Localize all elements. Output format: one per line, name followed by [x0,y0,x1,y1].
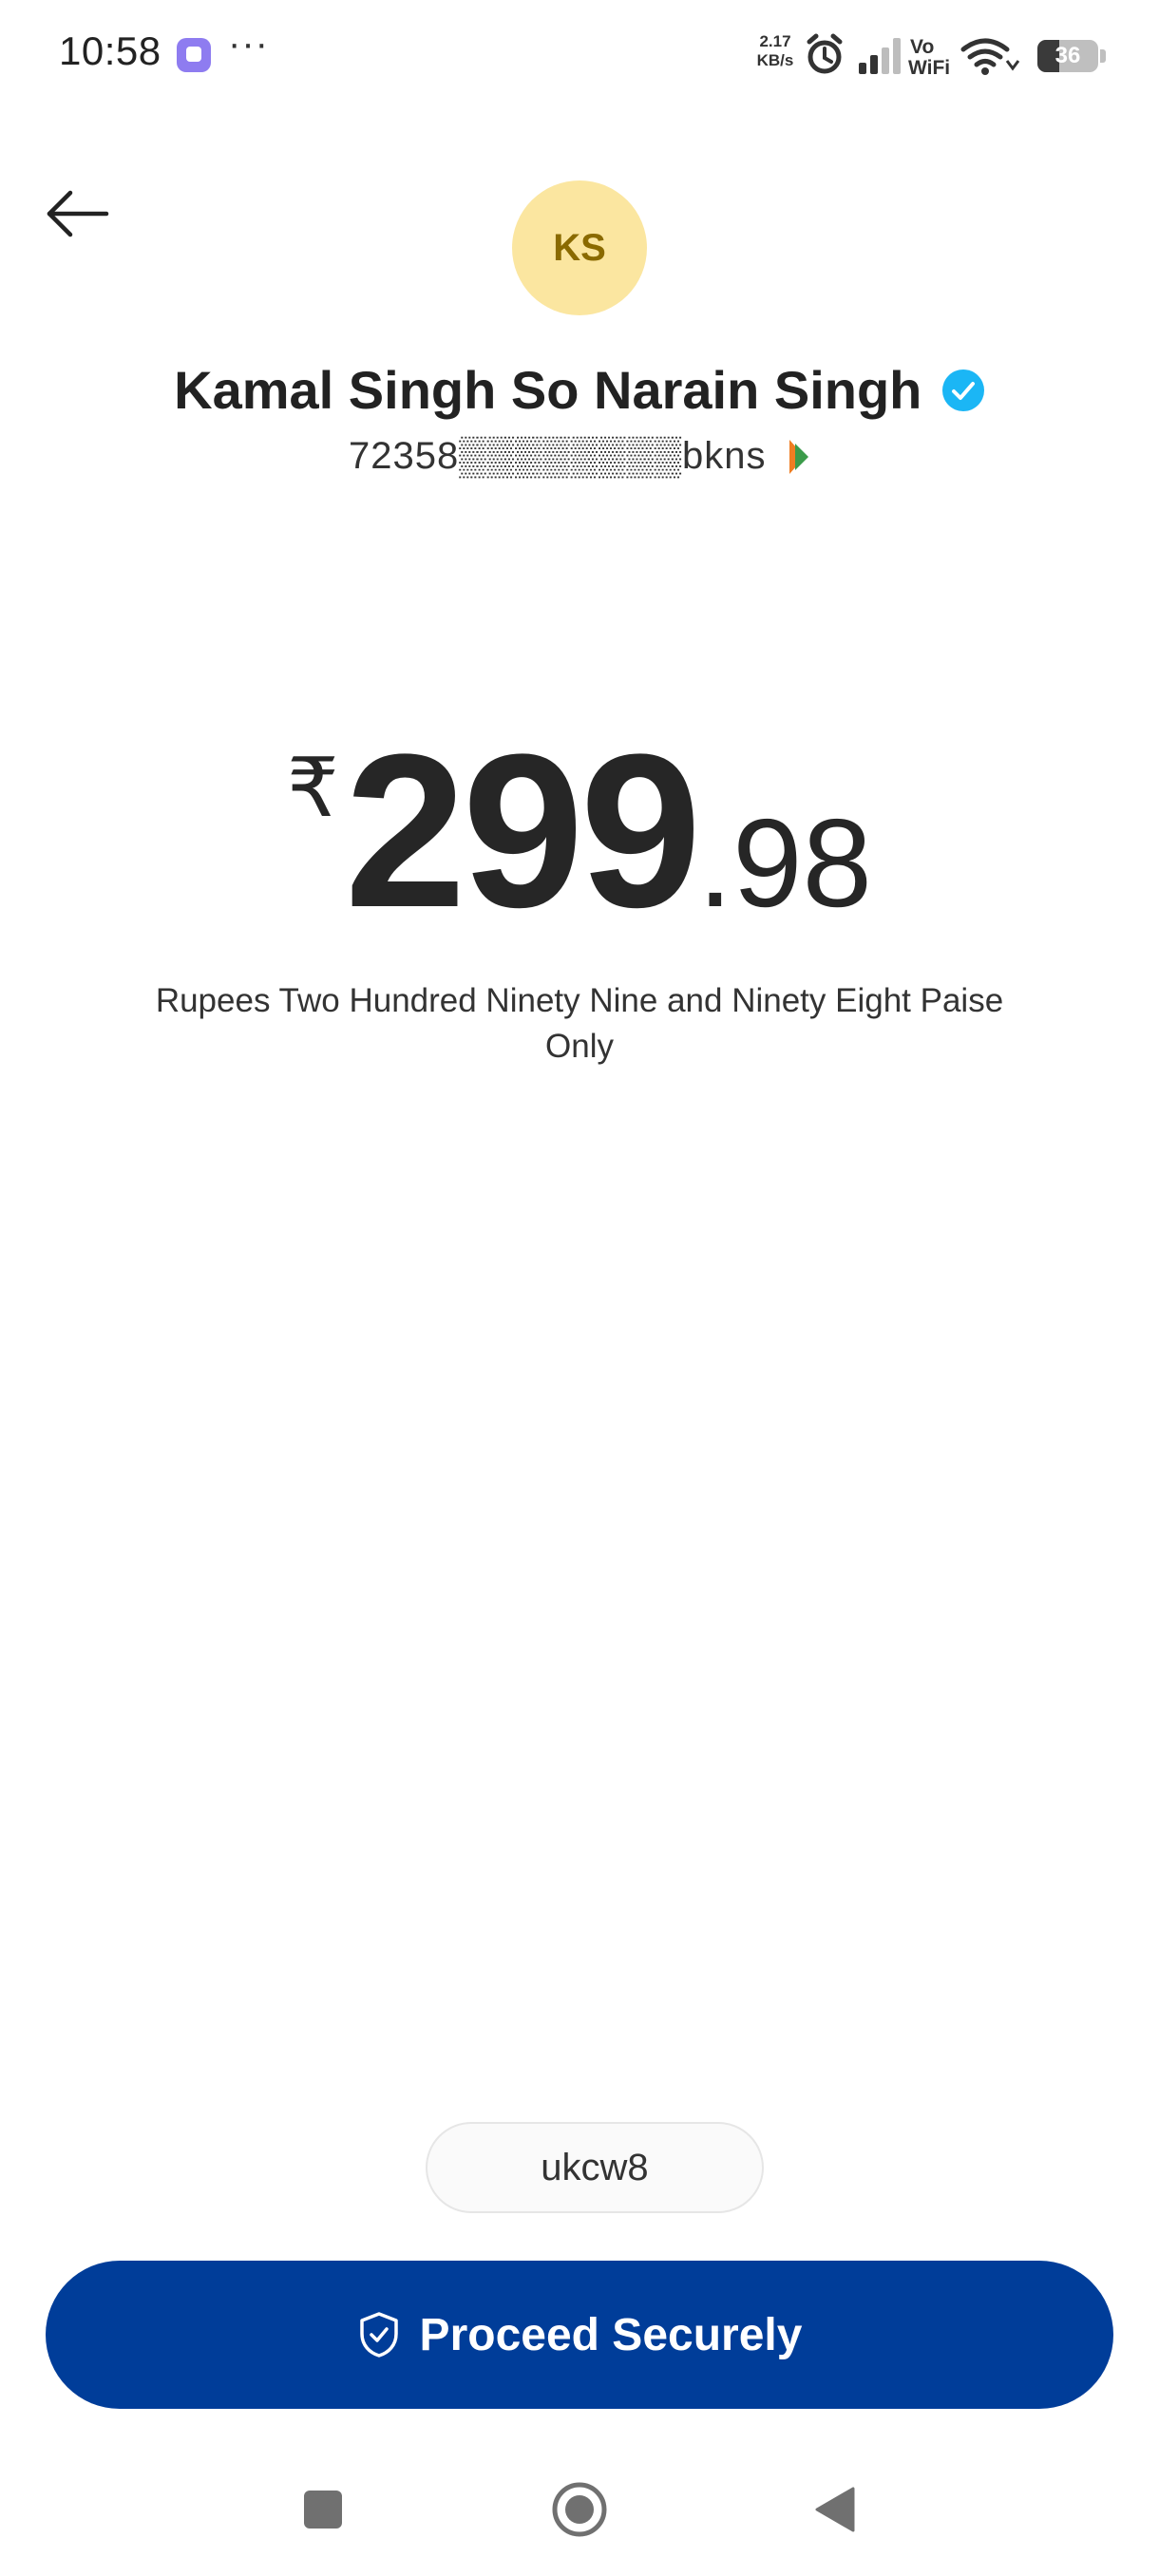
vowifi-bottom: WiFi [908,57,950,79]
proceed-label: Proceed Securely [419,2309,803,2360]
nav-recent-apps-button[interactable] [304,2491,342,2529]
back-button[interactable] [38,180,124,247]
amount-paise: .98 [697,793,872,933]
vowifi-icon: Vo WiFi [908,36,950,79]
battery-icon: 36 [1037,40,1098,72]
app-notification-icon [177,38,211,72]
amount-display: ₹299.98 [0,722,1159,940]
currency-symbol: ₹ [287,743,339,834]
status-bar: 10:58 ··· 2.17 KB/s Vo WiFi 36 [0,0,1159,114]
vowifi-top: Vo [910,36,934,58]
shield-check-icon [359,2312,398,2358]
amount-in-words: Rupees Two Hundred Ninety Nine and Ninet… [155,982,1004,1065]
payee-name: Kamal Singh So Narain Singh [174,360,922,420]
alarm-icon [807,33,843,74]
payment-note-text: ukcw8 [541,2146,649,2188]
battery-level: 36 [1054,43,1081,68]
payee-id-row: 72358▒▒▒▒▒▒▒▒bkns [0,435,1159,478]
network-speed-unit: KB/s [756,51,794,69]
status-time: 10:58 [59,28,162,73]
arrow-left-icon [47,190,109,237]
circle-icon [552,2482,607,2537]
network-speed: 2.17 KB/s [750,32,800,70]
signal-icon [859,38,901,74]
nav-back-button[interactable] [811,2485,859,2534]
network-speed-value: 2.17 [759,32,791,50]
more-notifications-icon: ··· [228,23,269,65]
proceed-securely-button[interactable]: Proceed Securely [46,2261,1113,2409]
upi-logo-icon [788,439,808,474]
nav-home-button[interactable] [551,2481,608,2538]
amount-rupees: 299 [344,709,702,953]
wifi-icon [960,38,1020,75]
payee-upi-id: 72358▒▒▒▒▒▒▒▒bkns [349,435,767,477]
payee-avatar: KS [512,180,647,315]
triangle-back-icon [815,2487,855,2532]
check-badge-icon [941,369,984,411]
battery-tip [1100,49,1106,63]
payment-note-chip[interactable]: ukcw8 [426,2122,764,2213]
payee-name-row: Kamal Singh So Narain Singh [0,359,1159,421]
status-icons: Vo WiFi [807,33,1020,79]
